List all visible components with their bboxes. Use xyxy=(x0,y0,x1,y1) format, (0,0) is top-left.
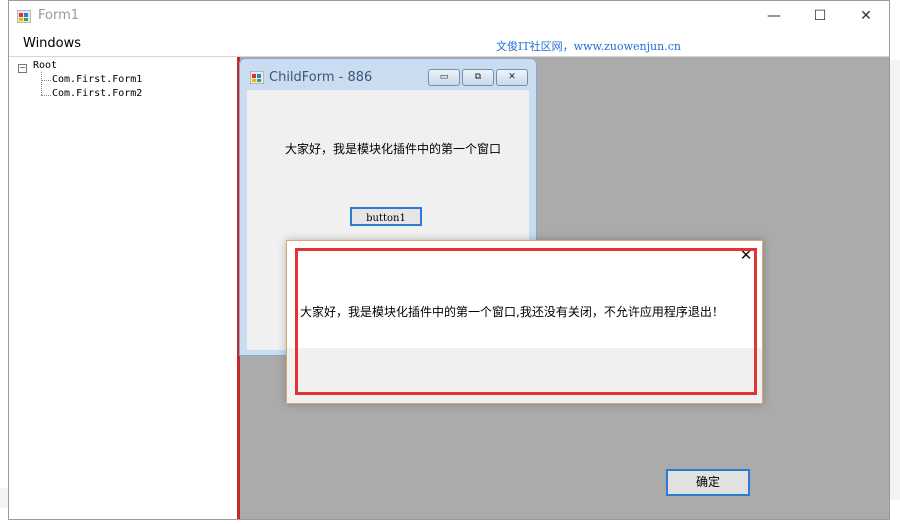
child-form-icon xyxy=(250,71,264,84)
button1[interactable]: button1 xyxy=(350,207,422,226)
tree-node-form1[interactable]: Com.First.Form1 xyxy=(52,74,142,85)
tree-line xyxy=(41,72,42,95)
maximize-button[interactable]: ☐ xyxy=(797,1,843,32)
collapse-icon[interactable]: − xyxy=(18,64,27,73)
child-restore-button[interactable]: ⧉ xyxy=(462,69,494,86)
window-title: Form1 xyxy=(38,8,80,23)
menu-item-windows[interactable]: Windows xyxy=(23,36,81,51)
menu-bar: Windows 文俊IT社区网，www.zuowenjun.cn xyxy=(9,32,889,57)
tree-line xyxy=(41,80,51,81)
message-text: 大家好，我是模块化插件中的第一个窗口,我还没有关闭，不允许应用程序退出！ xyxy=(300,305,724,319)
message-box: ✕ 大家好，我是模块化插件中的第一个窗口,我还没有关闭，不允许应用程序退出！ 确… xyxy=(286,240,763,496)
message-box-footer: 确定 xyxy=(287,348,762,496)
tree-node-root[interactable]: Root xyxy=(33,60,57,71)
minimize-button[interactable]: — xyxy=(751,1,797,32)
title-bar[interactable]: Form1 — ☐ ✕ xyxy=(9,1,889,32)
tree-view[interactable]: − Root Com.First.Form1 Com.First.Form2 xyxy=(9,57,238,519)
close-button[interactable]: ✕ xyxy=(843,1,889,32)
background-peek-left xyxy=(0,488,8,508)
ok-button[interactable]: 确定 xyxy=(666,469,750,496)
child-close-button[interactable]: ✕ xyxy=(496,69,528,86)
tree-line xyxy=(41,95,51,96)
watermark-text: 文俊IT社区网，www.zuowenjun.cn xyxy=(496,40,681,53)
child-form-title: ChildForm - 886 xyxy=(269,70,373,85)
app-icon xyxy=(17,10,31,23)
child-minimize-button[interactable]: ▭ xyxy=(428,69,460,86)
tree-node-form2[interactable]: Com.First.Form2 xyxy=(52,88,142,99)
message-box-close-icon[interactable]: ✕ xyxy=(737,246,755,264)
child-form-label: 大家好，我是模块化插件中的第一个窗口 xyxy=(285,142,502,156)
screen: { "window": { "title": "Form1", "minimiz… xyxy=(0,0,900,524)
background-peek-right xyxy=(890,60,900,500)
